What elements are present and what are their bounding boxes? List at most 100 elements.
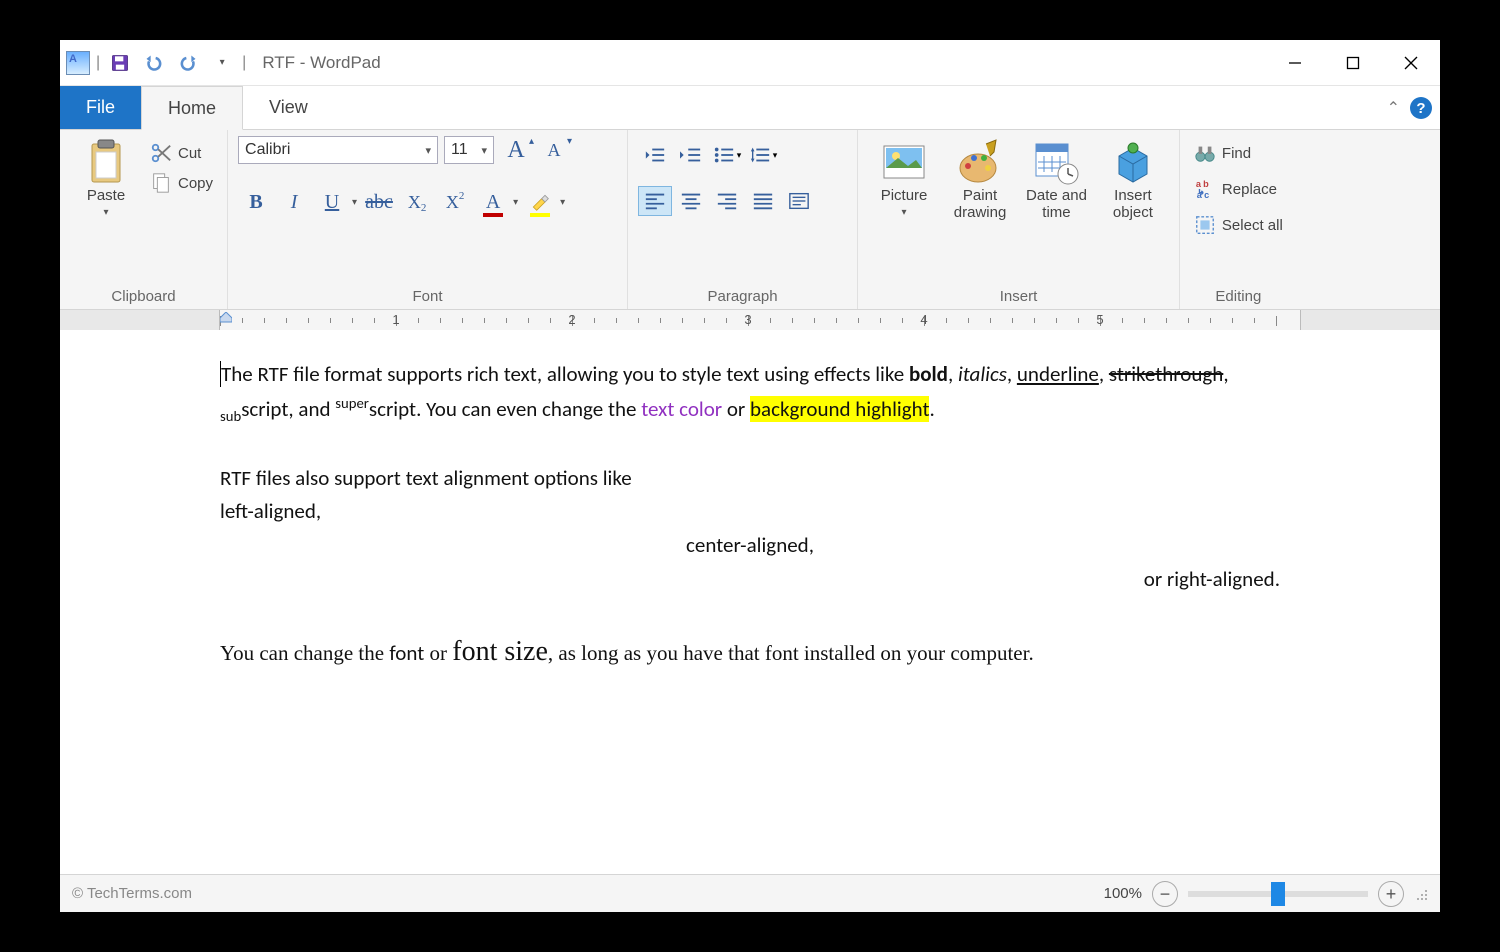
status-bar: © TechTerms.com 100% − + — [60, 874, 1440, 912]
close-button[interactable] — [1382, 40, 1440, 86]
font-family-value: Calibri — [245, 141, 290, 159]
picture-label: Picture — [881, 188, 928, 205]
qat-customize[interactable]: ▾ — [208, 49, 236, 77]
document-body[interactable]: The RTF file format supports rich text, … — [60, 330, 1440, 695]
ruler-gutter-left — [60, 310, 220, 331]
minimize-button[interactable] — [1266, 40, 1324, 86]
collapse-ribbon-icon[interactable]: ⌃ — [1387, 98, 1400, 118]
align-left-button[interactable] — [638, 186, 672, 216]
zoom-slider[interactable] — [1188, 891, 1368, 897]
copy-icon — [150, 172, 172, 194]
palette-icon — [956, 138, 1004, 186]
strike-text: strikethrough — [1109, 361, 1223, 387]
cut-button[interactable]: Cut — [146, 140, 217, 166]
paragraph[interactable]: The RTF file format supports rich text, … — [220, 358, 1280, 428]
save-button[interactable] — [106, 49, 134, 77]
zoom-in-button[interactable]: + — [1378, 881, 1404, 907]
underline-button[interactable]: U — [314, 184, 350, 220]
chevron-down-icon[interactable]: ▾ — [558, 197, 567, 208]
svg-text:a: a — [1196, 179, 1202, 189]
paint-drawing-button[interactable]: Paint drawing — [944, 136, 1016, 223]
picture-icon — [880, 138, 928, 186]
chevron-down-icon[interactable]: ▾ — [511, 197, 520, 208]
calendar-clock-icon — [1032, 138, 1080, 186]
replace-icon: abac — [1194, 178, 1216, 200]
help-button[interactable]: ? — [1410, 97, 1432, 119]
group-label-insert: Insert — [868, 284, 1169, 307]
paragraph[interactable]: left-aligned, — [220, 495, 1280, 529]
undo-button[interactable] — [140, 49, 168, 77]
align-justify-button[interactable] — [746, 186, 780, 216]
date-time-button[interactable]: Date and time — [1020, 136, 1093, 223]
tab-file[interactable]: File — [60, 86, 141, 129]
find-button[interactable]: Find — [1190, 140, 1287, 166]
paint-label: Paint drawing — [954, 188, 1007, 221]
indent-marker[interactable] — [220, 312, 232, 330]
zoom-out-button[interactable]: − — [1152, 881, 1178, 907]
svg-text:b: b — [1203, 179, 1209, 189]
redo-button[interactable] — [174, 49, 202, 77]
scissors-icon — [150, 142, 172, 164]
decrease-indent-button[interactable] — [638, 140, 672, 170]
wordpad-icon — [66, 51, 90, 75]
bold-button[interactable]: B — [238, 184, 274, 220]
maximize-button[interactable] — [1324, 40, 1382, 86]
paste-label: Paste — [87, 188, 125, 205]
superscript-button[interactable]: X2 — [437, 184, 473, 220]
ribbon: Paste ▾ Cut Copy Clipboard — [60, 130, 1440, 310]
align-right-button[interactable] — [710, 186, 744, 216]
replace-label: Replace — [1222, 181, 1277, 198]
paragraph[interactable] — [220, 428, 1280, 462]
select-all-button[interactable]: Select all — [1190, 212, 1287, 238]
line-spacing-button[interactable]: ▾ — [746, 140, 780, 170]
font-size-select[interactable]: 11▾ — [444, 136, 494, 164]
tab-view[interactable]: View — [243, 86, 334, 129]
paragraph[interactable]: You can change the font or font size, as… — [220, 630, 1280, 675]
ruler[interactable]: 12345 — [60, 310, 1440, 332]
underline-text: underline — [1017, 361, 1099, 387]
chevron-down-icon: ▾ — [902, 207, 907, 218]
paragraph[interactable] — [220, 596, 1280, 630]
clipboard-icon — [82, 138, 130, 186]
find-label: Find — [1222, 145, 1251, 162]
font-color-button[interactable]: A — [475, 184, 511, 220]
alt-font-text: font — [389, 640, 424, 666]
title-bar: | ▾ | RTF - WordPad — [60, 40, 1440, 86]
tab-home[interactable]: Home — [141, 86, 243, 130]
paragraph[interactable]: center-aligned, — [220, 529, 1280, 563]
strikethrough-button[interactable]: abc — [361, 184, 397, 220]
align-center-button[interactable] — [674, 186, 708, 216]
group-font: Calibri▾ 11▾ A▴ A▾ B I U▾ abc X2 X2 A▾ ▾… — [228, 130, 628, 309]
separator: | — [242, 54, 246, 72]
chevron-down-icon[interactable]: ▾ — [350, 197, 359, 208]
paragraph[interactable]: RTF files also support text alignment op… — [220, 462, 1280, 496]
zoom-slider-thumb[interactable] — [1271, 882, 1285, 906]
group-paragraph: ▾ ▾ Paragraph — [628, 130, 858, 309]
zoom-level: 100% — [1104, 885, 1142, 902]
resize-grip[interactable] — [1414, 887, 1428, 901]
font-family-select[interactable]: Calibri▾ — [238, 136, 438, 164]
bold-text: bold — [909, 361, 948, 387]
group-label-font: Font — [238, 284, 617, 307]
paragraph[interactable]: or right-aligned. — [220, 563, 1280, 597]
status-left-text: © TechTerms.com — [72, 885, 192, 902]
grow-font-button[interactable]: A▴ — [500, 136, 532, 164]
insert-picture-button[interactable]: Picture ▾ — [868, 136, 940, 220]
replace-button[interactable]: abac Replace — [1190, 176, 1287, 202]
subscript-button[interactable]: X2 — [399, 184, 435, 220]
big-text: font size — [452, 636, 548, 667]
bullet-list-button[interactable]: ▾ — [710, 140, 744, 170]
highlight-button[interactable] — [522, 184, 558, 220]
increase-indent-button[interactable] — [674, 140, 708, 170]
shrink-font-button[interactable]: A▾ — [538, 136, 570, 164]
group-label-editing: Editing — [1190, 284, 1287, 307]
insert-object-button[interactable]: Insert object — [1097, 136, 1169, 223]
highlighted-text: background highlight — [750, 396, 929, 422]
document-area[interactable]: The RTF file format supports rich text, … — [60, 330, 1440, 874]
copy-button[interactable]: Copy — [146, 170, 217, 196]
italic-button[interactable]: I — [276, 184, 312, 220]
window-title: RTF - WordPad — [262, 53, 380, 73]
wordpad-window: | ▾ | RTF - WordPad File Home View ⌃ ? — [60, 40, 1440, 912]
paste-button[interactable]: Paste ▾ — [70, 136, 142, 220]
paragraph-dialog-button[interactable] — [782, 186, 816, 216]
